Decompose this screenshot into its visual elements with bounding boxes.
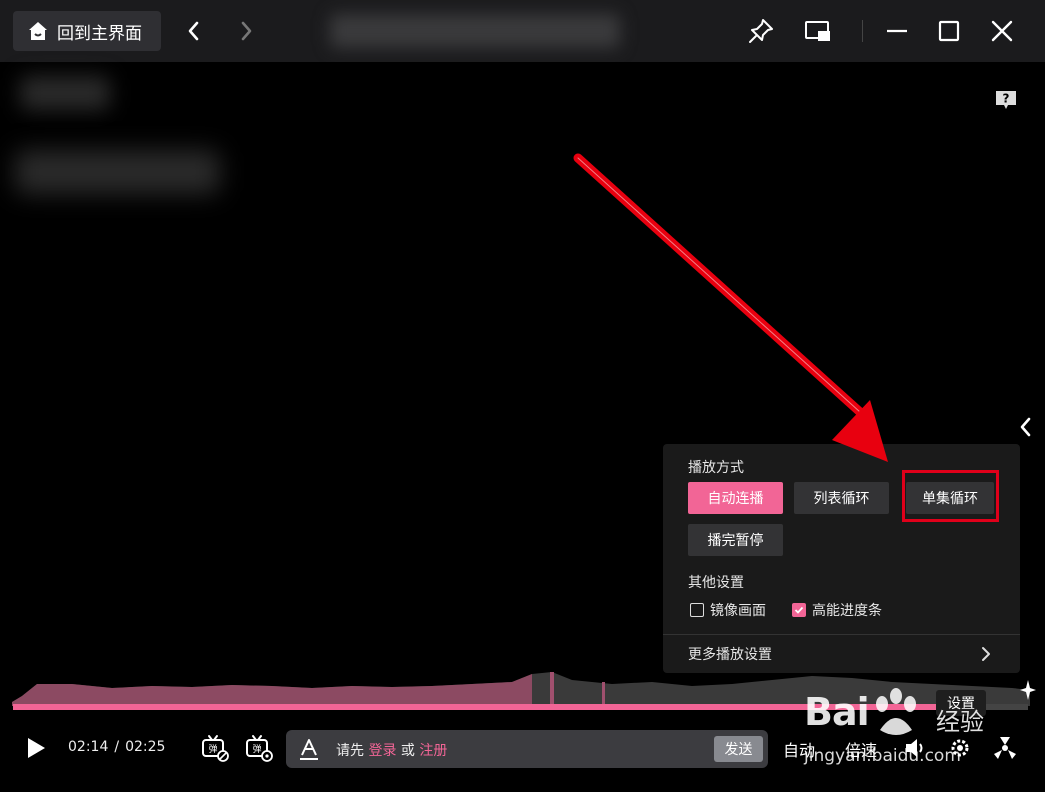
chevron-right-icon [982, 647, 990, 661]
more-settings-label: 更多播放设置 [688, 647, 772, 663]
home-button[interactable]: 回到主界面 [13, 11, 161, 51]
highlight-progress-checkbox-label: 高能进度条 [812, 603, 882, 619]
mirror-checkbox-label: 镜像画面 [710, 603, 766, 619]
progress-bar[interactable] [13, 704, 1028, 710]
gear-icon[interactable] [947, 735, 973, 761]
mini-window-icon[interactable] [803, 16, 833, 46]
mirror-checkbox[interactable]: 镜像画面 [690, 600, 766, 620]
danmaku-input[interactable]: 请先 登录 或 注册 [286, 730, 768, 768]
speed-button[interactable]: 倍速 [845, 737, 877, 761]
settings-tooltip: 设置 [936, 690, 986, 716]
play-mode-auto-next[interactable]: 自动连播 [688, 482, 783, 514]
send-button[interactable]: 发送 [714, 736, 763, 762]
play-mode-list-loop[interactable]: 列表循环 [794, 482, 889, 514]
play-mode-stop-after[interactable]: 播完暂停 [688, 524, 783, 556]
current-time: 02:14 [68, 739, 109, 755]
hint-or: 或 [400, 743, 415, 759]
highlight-box [902, 470, 999, 522]
svg-text:弹: 弹 [208, 743, 217, 755]
register-link[interactable]: 注册 [419, 743, 447, 759]
titlebar-divider [862, 20, 863, 42]
danmaku-hint: 请先 登录 或 注册 [336, 740, 447, 760]
svg-text:?: ? [1003, 92, 1010, 106]
login-link[interactable]: 登录 [368, 743, 396, 759]
blurred-text [15, 150, 220, 194]
high-energy-wave [12, 672, 1030, 706]
play-icon[interactable] [23, 736, 47, 760]
text-style-icon[interactable] [298, 738, 320, 760]
highlight-progress-checkbox[interactable]: 高能进度条 [792, 600, 882, 620]
auto-quality-button[interactable]: 自动 [783, 737, 815, 761]
home-button-label: 回到主界面 [57, 23, 142, 44]
play-mode-label: 播放方式 [688, 460, 744, 476]
total-time: 02:25 [125, 739, 166, 755]
title-bar: 回到主界面 [0, 0, 1045, 62]
chevron-right-icon[interactable] [232, 17, 260, 45]
hint-prefix: 请先 [336, 743, 364, 759]
chevron-left-icon[interactable] [180, 17, 208, 45]
checkbox-checked-icon[interactable] [792, 603, 806, 617]
side-panel-chevron-icon[interactable] [1016, 415, 1036, 439]
time-separator: / [114, 739, 120, 755]
danmaku-settings-icon[interactable]: 弹 [244, 733, 274, 763]
danmaku-toggle-icon[interactable]: 弹 [200, 733, 230, 763]
close-icon[interactable] [987, 16, 1017, 46]
control-bar: 02:14 / 02:25 弹 弹 请先 登录 或 注册 发送 自动 倍速 [0, 722, 1045, 792]
progress-fill [13, 704, 957, 710]
panel-divider [663, 634, 1020, 635]
blurred-title [330, 14, 620, 48]
minimize-icon[interactable] [882, 16, 912, 46]
fullscreen-icon[interactable] [992, 735, 1018, 761]
blurred-text [20, 76, 110, 110]
checkbox-icon[interactable] [690, 603, 704, 617]
svg-text:弹: 弹 [252, 743, 261, 755]
maximize-icon[interactable] [934, 16, 964, 46]
other-settings-label: 其他设置 [688, 575, 744, 591]
help-icon[interactable]: ? [995, 90, 1017, 110]
progress-knob-icon[interactable] [1020, 680, 1036, 700]
pin-icon[interactable] [746, 16, 776, 46]
home-icon [29, 22, 47, 40]
time-display: 02:14 / 02:25 [68, 739, 165, 755]
volume-icon[interactable] [903, 735, 929, 761]
